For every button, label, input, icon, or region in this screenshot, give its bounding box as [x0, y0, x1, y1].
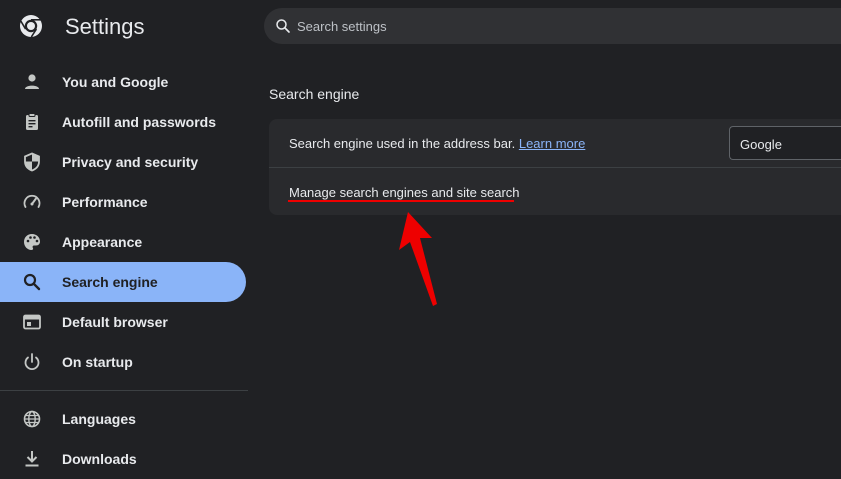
search-placeholder: Search settings — [297, 19, 387, 34]
address-bar-engine-row: Search engine used in the address bar. L… — [289, 136, 585, 151]
person-icon — [25, 74, 39, 89]
sidebar-item-label: Privacy and security — [62, 154, 199, 170]
sidebar-item-label: Autofill and passwords — [62, 114, 217, 130]
search-engine-select[interactable]: Google — [729, 126, 841, 160]
header: Settings Search settings — [0, 0, 841, 56]
annotation-arrow-icon — [399, 212, 437, 306]
search-icon — [23, 273, 41, 291]
sidebar-item-languages[interactable]: Languages — [0, 399, 246, 439]
palette-icon — [24, 234, 40, 250]
sidebar-item-label: You and Google — [62, 74, 169, 90]
search-settings-input[interactable]: Search settings — [264, 8, 841, 44]
download-icon — [25, 451, 39, 467]
card-divider — [269, 167, 841, 168]
speedometer-icon — [23, 194, 41, 208]
search-engine-select-value: Google — [740, 137, 782, 152]
clipboard-icon — [26, 113, 38, 130]
browser-window-icon — [23, 314, 41, 330]
sidebar-item-default-browser[interactable]: Default browser — [0, 302, 246, 342]
sidebar-item-search-engine[interactable]: Search engine — [0, 262, 246, 302]
sidebar-divider — [0, 390, 248, 391]
search-icon — [276, 19, 290, 33]
sidebar-item-label: Performance — [62, 194, 148, 210]
learn-more-link[interactable]: Learn more — [519, 136, 585, 151]
sidebar-item-label: Languages — [62, 411, 136, 427]
sidebar-item-you-and-google[interactable]: You and Google — [0, 62, 246, 102]
sidebar-item-autofill[interactable]: Autofill and passwords — [0, 102, 246, 142]
address-bar-engine-text: Search engine used in the address bar. — [289, 136, 516, 151]
sidebar-item-privacy[interactable]: Privacy and security — [0, 142, 246, 182]
sidebar-item-label: Downloads — [62, 451, 137, 467]
power-icon — [24, 353, 40, 371]
app-title: Settings — [65, 14, 145, 39]
sidebar-item-label: Search engine — [62, 274, 158, 290]
sidebar-item-on-startup[interactable]: On startup — [0, 342, 246, 382]
annotation-underline — [288, 200, 514, 202]
shield-icon — [24, 152, 40, 172]
chrome-logo-icon — [20, 15, 42, 38]
sidebar-item-appearance[interactable]: Appearance — [0, 222, 246, 262]
sidebar-item-performance[interactable]: Performance — [0, 182, 246, 222]
sidebar-item-label: Appearance — [62, 234, 143, 250]
globe-icon — [23, 410, 41, 428]
sidebar: You and Google Autofill and passwords Pr… — [0, 62, 248, 473]
sidebar-item-downloads[interactable]: Downloads — [0, 439, 246, 479]
section-title: Search engine — [269, 86, 360, 102]
manage-search-engines-link[interactable]: Manage search engines and site search — [289, 185, 520, 200]
sidebar-item-label: Default browser — [62, 314, 168, 330]
sidebar-item-label: On startup — [62, 354, 133, 370]
